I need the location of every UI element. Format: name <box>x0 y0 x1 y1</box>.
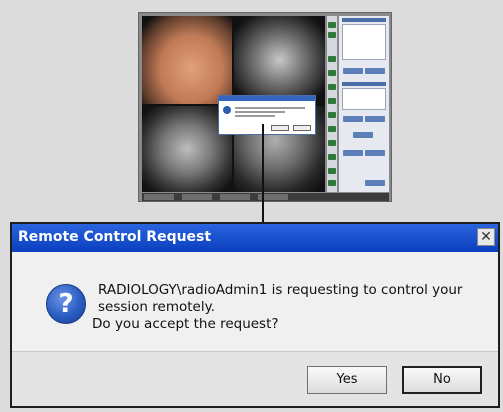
remote-control-request-dialog: Remote Control Request ✕ ? RADIOLOGY\rad… <box>10 222 500 408</box>
no-button[interactable]: No <box>402 366 482 394</box>
message-line-1: RADIOLOGY\radioAdmin1 is requesting to c… <box>98 282 463 315</box>
dialog-footer: Yes No <box>12 351 498 406</box>
dialog-title: Remote Control Request <box>18 229 212 245</box>
side-panel <box>339 16 389 192</box>
callout-connector-line <box>262 124 264 224</box>
yes-button[interactable]: Yes <box>307 366 387 394</box>
question-icon: ? <box>46 284 86 324</box>
mini-dialog-preview <box>218 95 316 135</box>
tool-strip <box>327 16 337 192</box>
thumbnail-bottom-bar <box>142 193 389 201</box>
background-screenshot-thumbnail <box>138 12 392 202</box>
3d-head-view <box>142 16 232 104</box>
dialog-titlebar: Remote Control Request ✕ <box>12 224 498 252</box>
dialog-message: RADIOLOGY\radioAdmin1 is requesting to c… <box>92 282 487 333</box>
message-line-2: Do you accept the request? <box>92 316 279 332</box>
close-icon[interactable]: ✕ <box>477 228 495 246</box>
axial-mri-view <box>234 16 325 104</box>
